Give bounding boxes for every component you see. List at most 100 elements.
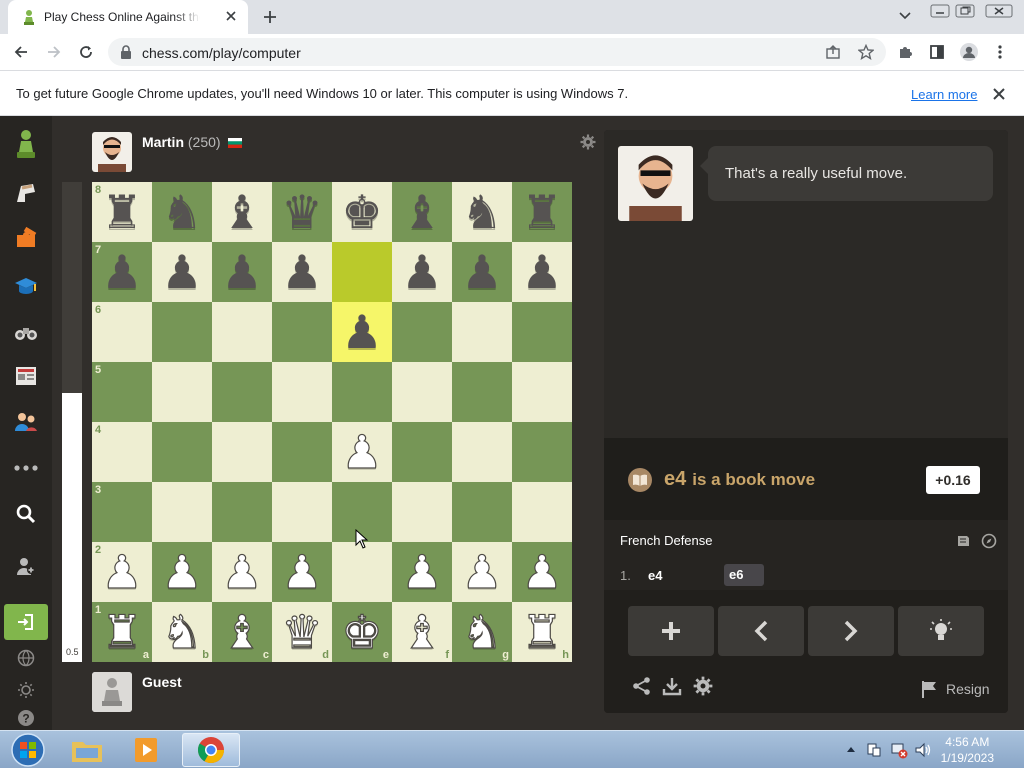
theme-sun-icon[interactable] (10, 674, 42, 706)
chesscom-logo-icon[interactable] (10, 128, 42, 160)
hint-button[interactable] (898, 606, 984, 656)
learn-more-link[interactable]: Learn more (911, 87, 977, 102)
black-king-piece[interactable]: ♚ (338, 187, 386, 237)
black-bishop-piece[interactable]: ♝ (398, 187, 446, 237)
square-b6[interactable] (152, 302, 212, 362)
address-bar[interactable]: chess.com/play/computer (108, 38, 886, 66)
square-b3[interactable] (152, 482, 212, 542)
black-pawn-piece[interactable]: ♟ (338, 307, 386, 357)
puzzles-nav-icon[interactable] (10, 222, 42, 254)
download-icon[interactable] (662, 676, 682, 696)
white-pawn-piece[interactable]: ♟ (218, 546, 266, 597)
black-pawn-piece[interactable]: ♟ (458, 247, 506, 297)
chess-board[interactable]: 8 ♜ ♞ ♝ ♛ ♚ ♝ ♞ ♜ 7 ♟ ♟ ♟ ♟ ♟ ♟ ♟ 6 ♟ 5 4 ♟ 3 2 ♟ ♟ ♟ ♟ ♟ ♟ ♟ 1 a ♜ b ♞ c ♝ d ♛… (92, 182, 572, 662)
white-bishop-piece[interactable]: ♝ (398, 606, 446, 657)
white-pawn-piece[interactable]: ♟ (458, 546, 506, 597)
square-c1[interactable]: c ♝ (212, 602, 272, 662)
lock-icon[interactable] (120, 45, 132, 59)
white-knight-piece[interactable]: ♞ (458, 606, 506, 657)
square-f8[interactable]: ♝ (392, 182, 452, 242)
player-name[interactable]: Guest (142, 674, 182, 690)
action-center-icon[interactable] (866, 742, 882, 758)
social-nav-icon[interactable] (10, 406, 42, 438)
square-c7[interactable]: ♟ (212, 242, 272, 302)
black-knight-piece[interactable]: ♞ (458, 187, 506, 237)
white-knight-piece[interactable]: ♞ (158, 606, 206, 657)
square-g7[interactable]: ♟ (452, 242, 512, 302)
black-move[interactable]: e6 (724, 564, 764, 586)
close-tab-icon[interactable] (224, 9, 238, 23)
square-h3[interactable] (512, 482, 572, 542)
square-g5[interactable] (452, 362, 512, 422)
show-hidden-icons-icon[interactable] (846, 745, 856, 753)
white-king-piece[interactable]: ♚ (338, 606, 386, 657)
white-move[interactable]: e4 (648, 568, 662, 583)
square-h4[interactable] (512, 422, 572, 482)
settings-gear-icon[interactable] (693, 676, 713, 696)
white-queen-piece[interactable]: ♛ (278, 606, 326, 657)
opening-book-icon[interactable] (956, 534, 970, 548)
square-g2[interactable]: ♟ (452, 542, 512, 602)
infobar-close-icon[interactable] (992, 87, 1006, 101)
square-c4[interactable] (212, 422, 272, 482)
square-h5[interactable] (512, 362, 572, 422)
square-d4[interactable] (272, 422, 332, 482)
square-e8[interactable]: ♚ (332, 182, 392, 242)
learn-nav-icon[interactable] (10, 270, 42, 302)
square-h8[interactable]: ♜ (512, 182, 572, 242)
forward-arrow-icon[interactable] (46, 44, 62, 60)
square-b7[interactable]: ♟ (152, 242, 212, 302)
black-pawn-piece[interactable]: ♟ (158, 247, 206, 297)
profile-avatar-icon[interactable] (959, 42, 979, 62)
url-text[interactable]: chess.com/play/computer (142, 45, 301, 61)
black-bishop-piece[interactable]: ♝ (218, 187, 266, 237)
square-a4[interactable]: 4 (92, 422, 152, 482)
square-h1[interactable]: h ♜ (512, 602, 572, 662)
square-c3[interactable] (212, 482, 272, 542)
media-player-taskbar-icon[interactable] (118, 733, 176, 767)
volume-speaker-icon[interactable] (914, 741, 932, 759)
square-a1[interactable]: 1 a ♜ (92, 602, 152, 662)
white-rook-piece[interactable]: ♜ (518, 606, 566, 657)
square-f6[interactable] (392, 302, 452, 362)
black-queen-piece[interactable]: ♛ (278, 187, 326, 237)
tab-search-chevron-icon[interactable] (898, 11, 912, 21)
square-a7[interactable]: 7 ♟ (92, 242, 152, 302)
square-g4[interactable] (452, 422, 512, 482)
start-button[interactable] (2, 733, 54, 767)
square-g8[interactable]: ♞ (452, 182, 512, 242)
white-pawn-piece[interactable]: ♟ (398, 546, 446, 597)
square-f3[interactable] (392, 482, 452, 542)
black-pawn-piece[interactable]: ♟ (218, 247, 266, 297)
square-d3[interactable] (272, 482, 332, 542)
explorer-compass-icon[interactable] (981, 533, 997, 549)
login-button[interactable] (4, 604, 48, 640)
square-a2[interactable]: 2 ♟ (92, 542, 152, 602)
more-dots-icon[interactable] (10, 452, 42, 484)
search-icon[interactable] (10, 498, 42, 530)
square-b8[interactable]: ♞ (152, 182, 212, 242)
square-d7[interactable]: ♟ (272, 242, 332, 302)
square-c2[interactable]: ♟ (212, 542, 272, 602)
next-move-button[interactable] (808, 606, 894, 656)
square-g3[interactable] (452, 482, 512, 542)
file-explorer-taskbar-icon[interactable] (58, 733, 116, 767)
square-d5[interactable] (272, 362, 332, 422)
square-h6[interactable] (512, 302, 572, 362)
window-close-icon[interactable] (985, 4, 1013, 18)
square-h2[interactable]: ♟ (512, 542, 572, 602)
restore-icon[interactable] (955, 4, 975, 18)
square-e1[interactable]: e ♚ (332, 602, 392, 662)
watch-binoculars-icon[interactable] (10, 316, 42, 348)
square-h7[interactable]: ♟ (512, 242, 572, 302)
square-c5[interactable] (212, 362, 272, 422)
black-rook-piece[interactable]: ♜ (98, 187, 146, 237)
new-game-button[interactable] (628, 606, 714, 656)
browser-tab[interactable]: Play Chess Online Against the Computer (8, 0, 248, 34)
square-e7[interactable] (332, 242, 392, 302)
resign-button[interactable]: Resign (920, 679, 990, 699)
square-c8[interactable]: ♝ (212, 182, 272, 242)
reload-icon[interactable] (78, 44, 94, 60)
square-d8[interactable]: ♛ (272, 182, 332, 242)
square-d6[interactable] (272, 302, 332, 362)
